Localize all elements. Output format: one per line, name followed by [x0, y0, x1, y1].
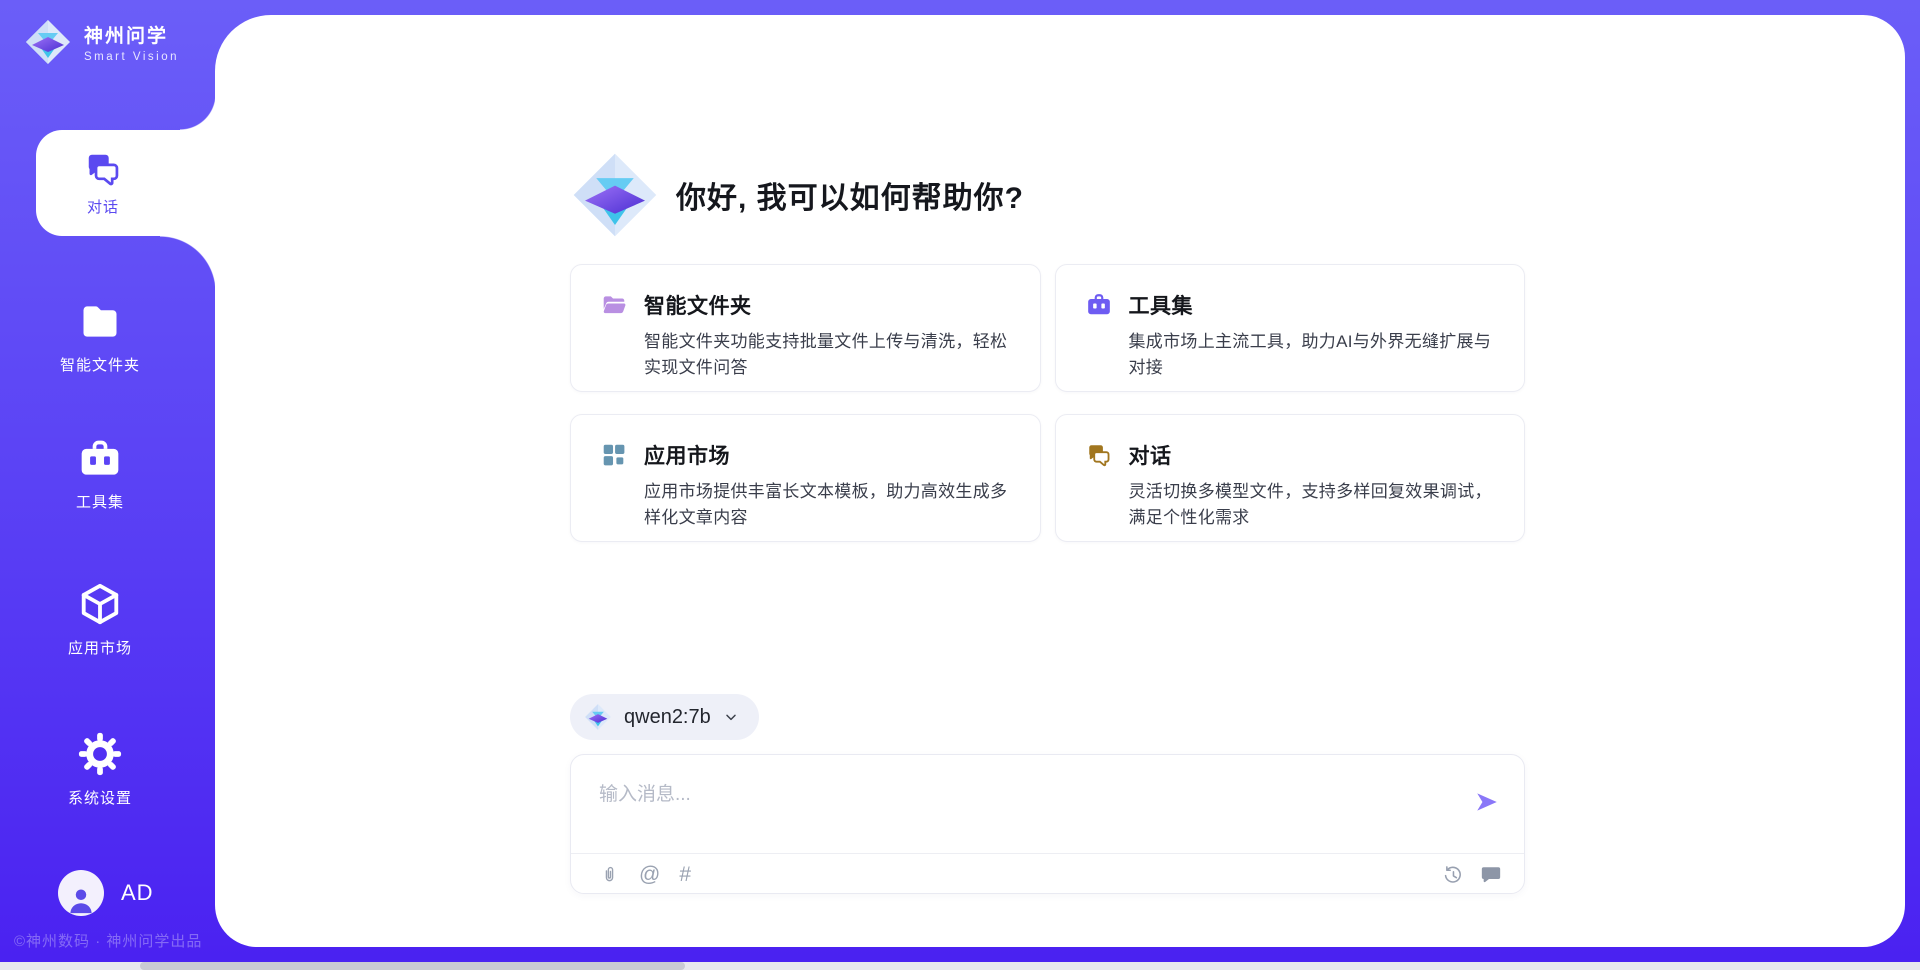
composer-toolbar: @ #	[599, 854, 1502, 895]
card-description: 应用市场提供丰富长文本模板，助力高效生成多样化文章内容	[644, 479, 1012, 530]
assistant-diamond-icon	[570, 150, 660, 240]
gear-icon	[77, 731, 123, 777]
card-description: 灵活切换多模型文件，支持多样回复效果调试，满足个性化需求	[1129, 479, 1497, 530]
message-input[interactable]	[599, 779, 1439, 843]
feature-cards: 智能文件夹 智能文件夹功能支持批量文件上传与清洗，轻松实现文件问答	[570, 264, 1525, 542]
chat-icon	[1086, 442, 1112, 468]
brand-logo: 神州问学 Smart Vision	[24, 18, 179, 66]
conversation-button[interactable]	[1480, 864, 1502, 886]
card-title: 对话	[1129, 440, 1172, 470]
paperclip-icon	[599, 864, 620, 885]
sidebar-item-toolset[interactable]: 工具集	[0, 437, 200, 512]
tab-curve-bottom	[160, 236, 216, 292]
app-window: 神州问学 Smart Vision 对话 智能文件夹 工具集	[0, 0, 1920, 970]
send-icon	[1474, 789, 1500, 815]
grid-icon	[601, 442, 627, 468]
chat-icon	[84, 150, 122, 188]
sidebar-item-settings[interactable]: 系统设置	[0, 731, 200, 808]
user-initials: AD	[121, 880, 154, 906]
send-button[interactable]	[1474, 789, 1500, 815]
toolbox-icon	[1086, 292, 1112, 318]
cube-icon	[77, 581, 123, 627]
message-composer: @ #	[570, 754, 1525, 894]
brand-subtitle: Smart Vision	[84, 51, 179, 63]
card-smart-folder[interactable]: 智能文件夹 智能文件夹功能支持批量文件上传与清洗，轻松实现文件问答	[570, 264, 1041, 392]
greeting-title: 你好, 我可以如何帮助你?	[676, 173, 1024, 217]
topic-button[interactable]: #	[679, 864, 691, 885]
history-button[interactable]	[1442, 864, 1464, 886]
card-description: 集成市场上主流工具，助力AI与外界无缝扩展与对接	[1129, 329, 1497, 380]
card-title: 智能文件夹	[644, 290, 752, 320]
history-icon	[1442, 864, 1464, 886]
folder-icon	[78, 300, 122, 344]
card-toolset[interactable]: 工具集 集成市场上主流工具，助力AI与外界无缝扩展与对接	[1055, 264, 1526, 392]
brand-diamond-icon	[24, 18, 72, 66]
model-name: qwen2:7b	[624, 706, 711, 729]
greeting-block: 你好, 我可以如何帮助你?	[570, 15, 1525, 240]
model-selector[interactable]: qwen2:7b	[570, 694, 759, 740]
brand-name: 神州问学	[84, 21, 179, 48]
sidebar-item-label: 对话	[87, 196, 119, 217]
card-app-market[interactable]: 应用市场 应用市场提供丰富长文本模板，助力高效生成多样化文章内容	[570, 414, 1041, 542]
card-title: 工具集	[1129, 290, 1194, 320]
tab-curve-top	[180, 94, 216, 130]
sidebar-item-label: 系统设置	[68, 787, 132, 808]
toolbox-icon	[78, 437, 122, 481]
sidebar-item-label: 工具集	[76, 491, 124, 512]
sidebar-item-label: 智能文件夹	[60, 354, 140, 375]
avatar	[58, 870, 104, 916]
sidebar-item-smart-folder[interactable]: 智能文件夹	[0, 300, 200, 375]
sidebar-item-chat[interactable]: 对话	[36, 130, 216, 236]
sidebar-item-label: 应用市场	[68, 637, 132, 658]
main-content: 你好, 我可以如何帮助你? 智能文件夹 智能文件夹功能支持批量文件上传与清洗，轻…	[215, 15, 1905, 947]
horizontal-scrollbar[interactable]	[0, 962, 1920, 970]
model-diamond-icon	[584, 703, 612, 731]
card-chat[interactable]: 对话 灵活切换多模型文件，支持多样回复效果调试，满足个性化需求	[1055, 414, 1526, 542]
person-icon	[64, 882, 98, 916]
chevron-down-icon	[723, 709, 739, 725]
copyright-footer: ©神州数码 · 神州问学出品	[14, 930, 202, 951]
attachment-button[interactable]	[599, 864, 620, 885]
user-account[interactable]: AD	[58, 870, 154, 916]
sidebar-item-app-market[interactable]: 应用市场	[0, 581, 200, 658]
folder-open-icon	[601, 292, 627, 318]
card-title: 应用市场	[644, 440, 730, 470]
chat-bubble-icon	[1480, 864, 1502, 886]
mention-button[interactable]: @	[639, 864, 660, 885]
card-description: 智能文件夹功能支持批量文件上传与清洗，轻松实现文件问答	[644, 329, 1012, 380]
scrollbar-thumb[interactable]	[140, 962, 685, 970]
